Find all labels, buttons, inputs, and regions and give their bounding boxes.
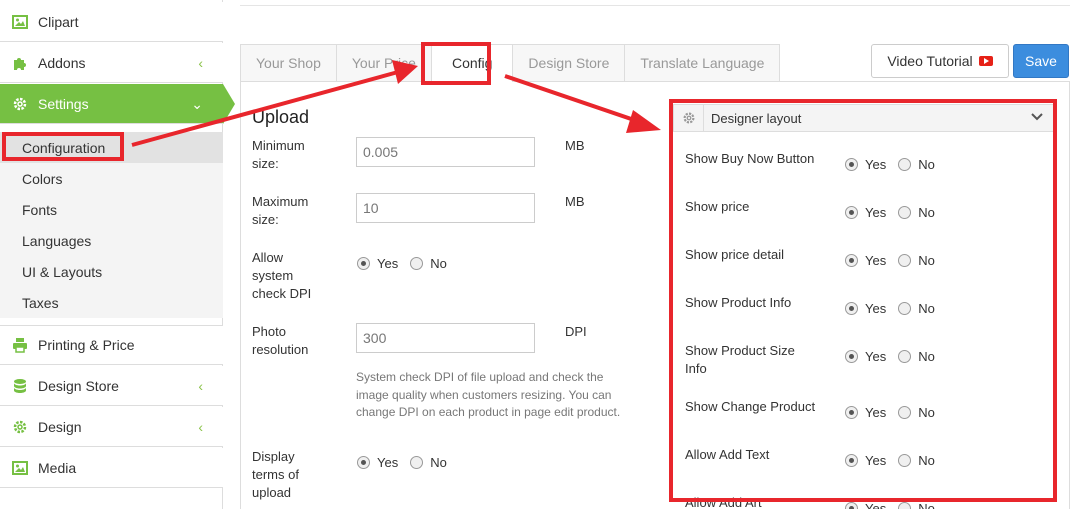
sidebar-item-clipart[interactable]: Clipart [0,2,223,42]
sidebar-item-addons[interactable]: Addons ‹ [0,43,223,83]
sidebar-subitem-fonts[interactable]: Fonts [0,194,223,225]
sidebar-subitem-label: Languages [22,232,92,249]
sidebar-item-settings[interactable]: Settings ⌄ [0,84,223,124]
video-tutorial-label: Video Tutorial [887,53,973,69]
dpi-help-text: System check DPI of file upload and chec… [356,370,621,419]
max-size-input[interactable]: 10 [356,193,535,223]
terms-yes-radio[interactable] [357,456,370,469]
sidebar-item-design[interactable]: Design ‹ [0,407,223,447]
tab-your-shop[interactable]: Your Shop [240,44,336,82]
sidebar-item-label: Design Store [38,377,119,394]
radio-label: Yes [865,501,887,509]
sidebar-item-label: Clipart [38,13,79,30]
radio-label: No [430,256,447,271]
sidebar-subitem-label: Fonts [22,201,58,218]
radio-label: Yes [377,455,399,470]
app-root: Clipart Addons ‹ Settings ⌄ Configuratio… [0,0,1081,509]
image-icon [12,460,28,476]
youtube-icon [978,56,993,66]
option-radio-group: Yes No [845,501,947,509]
divider [240,5,1070,6]
check-dpi-yes-radio[interactable] [357,257,370,270]
image-icon [12,14,28,30]
sidebar-subitem-colors[interactable]: Colors [0,163,223,194]
check-dpi-radio-group: Yes No [357,256,459,271]
min-size-unit: MB [565,138,585,153]
sidebar-item-design-store[interactable]: Design Store ‹ [0,366,223,406]
photo-resolution-input[interactable]: 300 [356,323,535,353]
sidebar-item-printing-price[interactable]: Printing & Price [0,325,223,365]
active-indicator [223,84,235,124]
chevron-down-icon: ⌄ [191,96,203,112]
min-size-input[interactable]: 0.005 [356,137,535,167]
sidebar-item-media[interactable]: Media [0,448,223,488]
sidebar-item-label: Addons [38,54,86,71]
chevron-left-icon: ‹ [198,55,203,71]
photo-resolution-unit: DPI [565,324,587,339]
section-title: Upload [252,107,310,127]
check-dpi-label: Allow system check DPI [252,250,312,301]
check-dpi-no-radio[interactable] [410,257,424,270]
gear-icon [12,96,28,112]
sidebar-item-label: Media [38,459,77,476]
database-icon [12,378,28,394]
puzzle-icon [12,55,28,71]
terms-no-radio[interactable] [410,456,424,469]
sidebar-subitem-label: Colors [22,170,63,187]
terms-label: Display terms of upload [252,449,299,500]
chevron-left-icon: ‹ [198,419,203,435]
annotation-box [2,132,124,161]
min-size-label: Minimum size: [252,138,305,171]
radio-label: No [430,455,447,470]
sidebar-subitem-ui-layouts[interactable]: UI & Layouts [0,256,223,287]
sidebar-subitem-label: UI & Layouts [22,263,103,280]
tab-bar: Your Shop Your Price Config Design Store… [240,44,781,82]
sidebar-item-label: Design [38,418,82,435]
sidebar-subitem-taxes[interactable]: Taxes [0,287,223,318]
tab-translate-language[interactable]: Translate Language [624,44,781,82]
save-button[interactable]: Save [1013,44,1069,78]
max-size-unit: MB [565,194,585,209]
printer-icon [12,337,28,353]
sidebar-subitem-label: Taxes [22,294,59,311]
video-tutorial-button[interactable]: Video Tutorial [871,44,1009,78]
annotation-box [669,99,1057,502]
sidebar-item-label: Settings [38,95,89,112]
terms-radio-group: Yes No [357,455,459,470]
option-yes-radio[interactable] [845,502,858,509]
radio-label: No [918,501,935,509]
sidebar-subitem-languages[interactable]: Languages [0,225,223,256]
chevron-left-icon: ‹ [198,378,203,394]
gear-icon [12,419,28,435]
tab-design-store[interactable]: Design Store [512,44,625,82]
sidebar: Clipart Addons ‹ Settings ⌄ Configuratio… [0,0,223,509]
option-no-radio[interactable] [898,502,912,509]
annotation-box [421,42,491,85]
sidebar-item-label: Printing & Price [38,337,135,353]
radio-label: Yes [377,256,399,271]
tab-your-price[interactable]: Your Price [335,44,431,82]
photo-resolution-label: Photo resolution [252,324,309,357]
max-size-label: Maximum size: [252,194,309,227]
